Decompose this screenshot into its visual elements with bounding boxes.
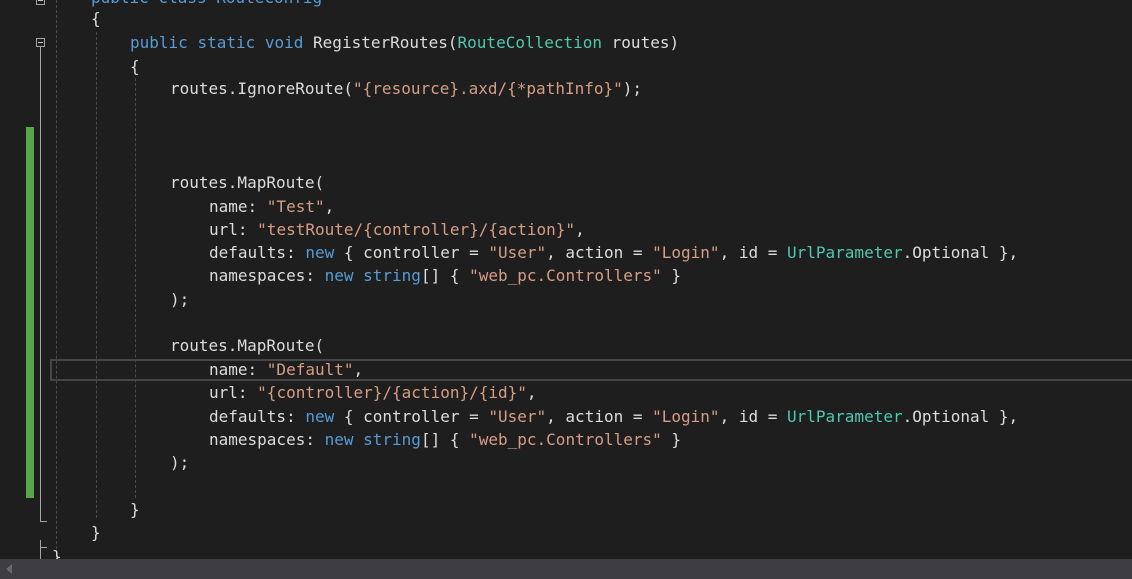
code-token: new	[324, 430, 354, 449]
code-token: "web_pc.Controllers"	[469, 266, 662, 285]
code-token: }	[661, 266, 682, 285]
code-token: , id =	[719, 407, 787, 426]
code-line[interactable]: name: "Default",	[209, 358, 363, 381]
code-token: url:	[209, 383, 258, 402]
code-token: new	[305, 243, 335, 262]
code-token: );	[622, 79, 643, 98]
code-token: "User"	[488, 407, 547, 426]
collapse-icon[interactable]	[36, 0, 45, 5]
code-line[interactable]: name: "Test",	[209, 195, 334, 218]
code-line[interactable]: routes.MapRoute(	[170, 334, 324, 357]
code-token: }	[91, 523, 101, 542]
code-token: ,	[526, 383, 537, 402]
code-token: new	[305, 407, 335, 426]
code-token: name:	[209, 197, 267, 216]
code-token: {	[130, 57, 140, 76]
code-editor[interactable]: public class RouteConfig { public static v…	[0, 0, 1132, 559]
outline-line	[40, 547, 47, 548]
code-line[interactable]: public static void RegisterRoutes(RouteC…	[130, 31, 679, 54]
code-token: routes.MapRoute(	[170, 336, 325, 355]
code-token: [] {	[420, 430, 470, 449]
code-token: , action =	[546, 243, 653, 262]
code-token: "User"	[488, 243, 547, 262]
code-token: defaults:	[209, 407, 306, 426]
code-token: );	[170, 453, 190, 472]
code-line[interactable]: }	[52, 545, 62, 559]
code-token: void	[264, 33, 304, 52]
code-token: url:	[209, 220, 258, 239]
indent-guide	[96, 32, 97, 518]
code-token: name:	[209, 360, 267, 379]
code-token: .Optional },	[902, 243, 1019, 262]
code-token: "Login"	[652, 407, 720, 426]
outline-line	[40, 521, 47, 522]
code-line[interactable]: {	[130, 55, 140, 78]
code-line[interactable]: public class RouteConfig	[91, 0, 322, 9]
code-line[interactable]: }	[130, 498, 140, 521]
code-line[interactable]: routes.MapRoute(	[170, 171, 324, 194]
code-token: "web_pc.Controllers"	[469, 430, 662, 449]
code-line[interactable]: );	[170, 288, 189, 311]
code-line[interactable]: namespaces: new string[] { "web_pc.Contr…	[209, 428, 681, 451]
code-token: "{controller}/{action}/{id}"	[257, 383, 527, 402]
code-token: , action =	[546, 407, 653, 426]
code-token: routes.IgnoreRoute(	[170, 79, 354, 98]
code-line[interactable]: namespaces: new string[] { "web_pc.Contr…	[209, 264, 681, 287]
code-token: "Test"	[266, 197, 325, 216]
code-line[interactable]: );	[170, 451, 189, 474]
code-token: UrlParameter	[787, 243, 903, 262]
code-token: static	[197, 33, 256, 52]
code-line[interactable]: }	[91, 521, 101, 544]
code-token: RouteCollection	[457, 33, 603, 52]
code-token: "Default"	[266, 360, 354, 379]
code-line[interactable]: routes.IgnoreRoute("{resource}.axd/{*pat…	[170, 77, 642, 100]
code-token: RegisterRoutes(	[303, 33, 458, 52]
code-token: ,	[575, 220, 585, 239]
code-token: ,	[324, 197, 335, 216]
horizontal-scrollbar[interactable]	[0, 559, 1132, 579]
code-token: }	[52, 547, 62, 559]
code-token: public	[130, 33, 188, 52]
scroll-left-arrow-icon[interactable]	[6, 564, 12, 574]
code-token: namespaces:	[209, 266, 325, 285]
code-token: "{resource}.axd/{*pathInfo}"	[353, 79, 623, 98]
code-token: [] {	[420, 266, 470, 285]
code-token: public class RouteConfig	[91, 0, 322, 7]
code-token: "testRoute/{controller}/{action}"	[257, 220, 576, 239]
code-token: routes)	[602, 33, 680, 52]
code-token: .Optional },	[902, 407, 1019, 426]
code-token: ,	[353, 360, 364, 379]
outline-line	[40, 540, 41, 559]
code-token: }	[130, 500, 140, 519]
code-token: { controller =	[334, 243, 489, 262]
code-token: string	[363, 430, 421, 449]
code-line[interactable]: url: "{controller}/{action}/{id}",	[209, 381, 537, 404]
collapse-icon[interactable]	[36, 38, 45, 47]
change-marker	[26, 127, 34, 498]
code-token: {	[91, 9, 101, 28]
code-token: "Login"	[652, 243, 720, 262]
code-token: );	[170, 290, 190, 309]
code-token: new	[324, 266, 354, 285]
code-token: UrlParameter	[787, 407, 903, 426]
outline-line	[40, 47, 41, 522]
indent-guide	[135, 78, 136, 498]
code-token: string	[363, 266, 421, 285]
indent-guide	[56, 0, 57, 559]
code-token: }	[661, 430, 682, 449]
code-token: defaults:	[209, 243, 306, 262]
code-line[interactable]: url: "testRoute/{controller}/{action}",	[209, 218, 585, 241]
code-token: , id =	[719, 243, 787, 262]
code-line[interactable]: defaults: new { controller = "User", act…	[209, 241, 1018, 264]
code-line[interactable]: defaults: new { controller = "User", act…	[209, 405, 1018, 428]
code-token: { controller =	[334, 407, 489, 426]
code-token: namespaces:	[209, 430, 325, 449]
code-line[interactable]: {	[91, 7, 101, 30]
code-token: routes.MapRoute(	[170, 173, 325, 192]
